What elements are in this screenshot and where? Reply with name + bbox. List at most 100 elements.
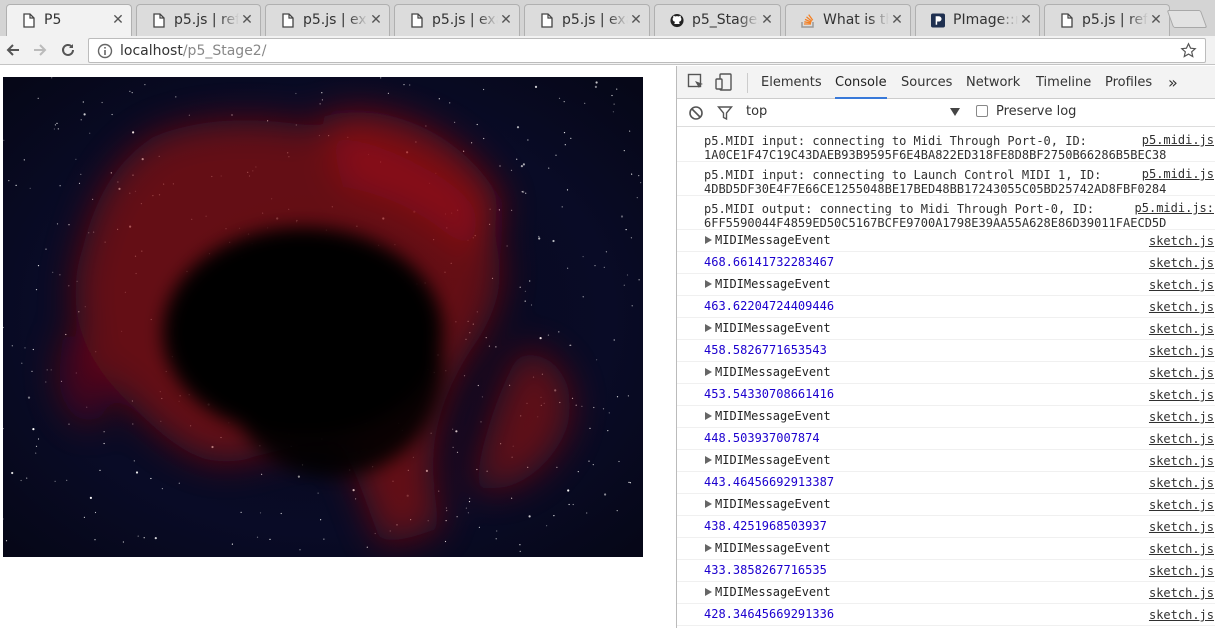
chevron-down-icon[interactable] xyxy=(950,108,960,117)
source-link[interactable]: sketch.js xyxy=(1142,363,1214,383)
clear-console-icon[interactable] xyxy=(688,105,704,121)
console-object-row[interactable]: MIDIMessageEvent sketch.js xyxy=(677,538,1215,560)
tab-close-icon[interactable]: ✕ xyxy=(1148,12,1164,28)
new-tab-button[interactable] xyxy=(1166,10,1208,28)
source-link[interactable]: sketch.js xyxy=(1142,385,1214,405)
processing-icon xyxy=(931,12,945,28)
number-value: 458.5826771653543 xyxy=(704,343,827,357)
tab-close-icon[interactable]: ✕ xyxy=(368,12,384,28)
tab-close-icon[interactable]: ✕ xyxy=(628,12,644,28)
tab-network[interactable]: Network xyxy=(966,66,1020,99)
source-link[interactable]: sketch.js xyxy=(1142,231,1214,251)
devtools-panel: Elements Console Sources Network Timelin… xyxy=(676,66,1215,628)
browser-tab[interactable]: P5 ✕ xyxy=(2,4,136,36)
source-link[interactable]: sketch.js xyxy=(1142,495,1214,515)
context-selector[interactable]: top xyxy=(746,104,767,119)
expand-triangle-icon[interactable] xyxy=(705,456,712,464)
browser-tab[interactable]: What is the✕ xyxy=(781,4,915,36)
browser-tab[interactable]: p5.js | reference✕ xyxy=(132,4,265,36)
expand-triangle-icon[interactable] xyxy=(705,412,712,420)
device-toolbar-icon[interactable] xyxy=(715,73,733,91)
source-link[interactable]: sketch.js xyxy=(1142,517,1214,537)
address-path: /p5_Stage2/ xyxy=(182,42,267,59)
expand-triangle-icon[interactable] xyxy=(705,280,712,288)
tab-close-icon[interactable]: ✕ xyxy=(110,12,126,28)
expand-triangle-icon[interactable] xyxy=(705,324,712,332)
page-viewport xyxy=(0,66,676,628)
source-link[interactable]: sketch.js xyxy=(1142,583,1214,603)
console-number-row: 443.46456692913387 sketch.js xyxy=(677,472,1215,494)
source-link[interactable]: sketch.js xyxy=(1142,319,1214,339)
source-link[interactable]: sketch.js xyxy=(1142,341,1214,361)
preserve-log-checkbox[interactable] xyxy=(976,105,988,117)
tab-elements[interactable]: Elements xyxy=(761,66,822,99)
console-object-row[interactable]: MIDIMessageEvent sketch.js xyxy=(677,362,1215,384)
source-link[interactable]: p5.midi.js: xyxy=(1128,200,1214,217)
more-tabs-button[interactable]: » xyxy=(1168,66,1178,99)
p5-sketch-canvas[interactable] xyxy=(3,77,643,557)
console-number-row: 428.34645669291336 sketch.js xyxy=(677,604,1215,626)
source-link[interactable]: sketch.js xyxy=(1142,275,1214,295)
tab-sources[interactable]: Sources xyxy=(901,66,952,99)
reload-button[interactable] xyxy=(57,39,79,61)
source-link[interactable]: sketch.js xyxy=(1142,605,1214,625)
address-host: localhost xyxy=(120,42,183,59)
browser-tab[interactable]: p5.js | examples✕ xyxy=(390,4,524,36)
address-bar[interactable]: localhost/p5_Stage2/ xyxy=(88,38,1206,63)
preserve-log-label: Preserve log xyxy=(996,104,1077,119)
browser-tab[interactable]: p5.js | examples✕ xyxy=(261,4,394,36)
toolbar-divider xyxy=(747,73,748,93)
source-link[interactable]: sketch.js xyxy=(1142,297,1214,317)
inspect-element-icon[interactable] xyxy=(687,73,705,91)
number-value: 453.54330708661416 xyxy=(704,387,835,401)
expand-triangle-icon[interactable] xyxy=(705,368,712,376)
console-output: p5.MIDI input: connecting to Midi Throug… xyxy=(677,128,1215,628)
source-link[interactable]: sketch.js xyxy=(1142,429,1214,449)
console-object-row[interactable]: MIDIMessageEvent sketch.js xyxy=(677,406,1215,428)
github-icon xyxy=(670,12,684,28)
browser-tab[interactable]: p5_Stage2 ✕ xyxy=(650,4,785,36)
tab-close-icon[interactable]: ✕ xyxy=(239,12,255,28)
source-link[interactable]: p5.midi.js xyxy=(1135,166,1214,183)
bookmark-star-icon[interactable] xyxy=(1180,42,1197,59)
tab-close-icon[interactable]: ✕ xyxy=(498,12,514,28)
source-link[interactable]: sketch.js xyxy=(1142,407,1214,427)
browser-tab[interactable]: p5.js | examples✕ xyxy=(520,4,654,36)
browser-tab[interactable]: PImage::res✕ xyxy=(911,4,1044,36)
tab-console[interactable]: Console xyxy=(835,66,887,99)
source-link[interactable]: sketch.js xyxy=(1142,561,1214,581)
console-object-row[interactable]: MIDIMessageEvent sketch.js xyxy=(677,318,1215,340)
console-object-row[interactable]: MIDIMessageEvent sketch.js xyxy=(677,450,1215,472)
console-object-row[interactable]: MIDIMessageEvent sketch.js xyxy=(677,230,1215,252)
expand-triangle-icon[interactable] xyxy=(705,544,712,552)
tab-close-icon[interactable]: ✕ xyxy=(759,12,775,28)
info-icon xyxy=(97,43,113,58)
devtools-tabbar: Elements Console Sources Network Timelin… xyxy=(677,66,1215,99)
object-label: MIDIMessageEvent xyxy=(715,233,831,247)
console-filter-bar: top Preserve log xyxy=(677,99,1215,127)
expand-triangle-icon[interactable] xyxy=(705,500,712,508)
source-link[interactable]: sketch.js xyxy=(1142,451,1214,471)
tab-close-icon[interactable]: ✕ xyxy=(1018,12,1034,28)
console-log-message: p5.MIDI input: connecting to Launch Cont… xyxy=(677,162,1215,196)
console-object-row[interactable]: MIDIMessageEvent sketch.js xyxy=(677,582,1215,604)
tab-close-icon[interactable]: ✕ xyxy=(889,12,905,28)
console-object-row[interactable]: MIDIMessageEvent sketch.js xyxy=(677,274,1215,296)
source-link[interactable]: sketch.js xyxy=(1142,253,1214,273)
object-label: MIDIMessageEvent xyxy=(715,321,831,335)
source-link[interactable]: p5.midi.js xyxy=(1135,132,1214,149)
back-button[interactable] xyxy=(2,39,24,61)
tab-title: p5.js | examples xyxy=(303,12,368,28)
object-label: MIDIMessageEvent xyxy=(715,497,831,511)
expand-triangle-icon[interactable] xyxy=(705,236,712,244)
source-link[interactable]: sketch.js xyxy=(1142,539,1214,559)
forward-button[interactable] xyxy=(29,39,51,61)
console-object-row[interactable]: MIDIMessageEvent sketch.js xyxy=(677,494,1215,516)
page-icon xyxy=(281,12,295,28)
expand-triangle-icon[interactable] xyxy=(705,588,712,596)
source-link[interactable]: sketch.js xyxy=(1142,473,1214,493)
filter-icon[interactable] xyxy=(717,105,733,121)
tab-profiles[interactable]: Profiles xyxy=(1105,66,1152,99)
browser-tab[interactable]: p5.js | reference✕ xyxy=(1040,4,1174,36)
tab-timeline[interactable]: Timeline xyxy=(1036,66,1091,99)
